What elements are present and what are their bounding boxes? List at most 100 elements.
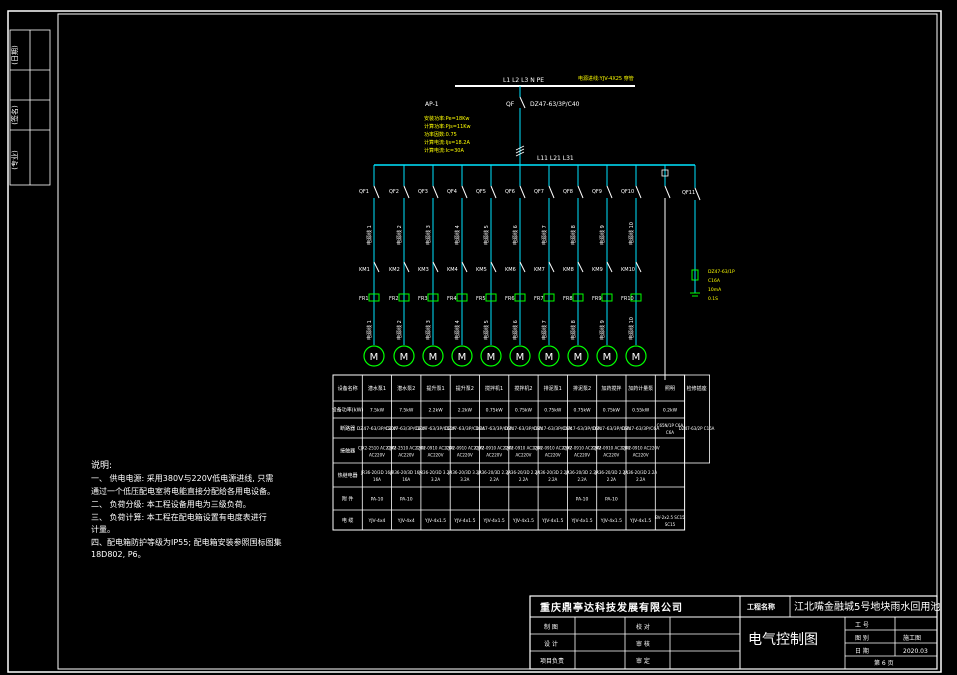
motor-letter: M <box>603 352 612 363</box>
table-cell: 7.5kW <box>399 408 414 414</box>
branch-10: QF10 电源线 10 KM10 FR10 电源线 10 M <box>621 165 647 367</box>
relay-label: FR4 <box>447 296 457 302</box>
table-cell: YJV-4x1.5 <box>570 518 592 524</box>
tb-mid-2: 审 定 <box>636 657 650 665</box>
branch-1: QF1 电源线 1 KM1 FR1 电源线 1 M <box>359 165 385 367</box>
contactor-switch <box>519 261 526 273</box>
cable-label: 电源线 5 <box>483 225 490 245</box>
notes-line-1: 通过一个低压配电室将电能直接分配给各用电设备。 <box>91 486 275 496</box>
relay-label: FR7 <box>534 296 544 302</box>
branch-2: QF2 电源线 2 KM2 FR2 电源线 2 M <box>389 165 415 367</box>
table-cell: AC220V <box>574 453 590 458</box>
contactor-label: KM4 <box>447 267 458 273</box>
breaker-label: QF1 <box>359 189 369 195</box>
project-name: 江北嘴金融城5号地块雨水回用池 <box>794 600 940 613</box>
motor-letter: M <box>516 352 525 363</box>
spare-note-1: C16A <box>708 278 721 284</box>
breaker-label: QF2 <box>389 189 399 195</box>
table-cell: CJX2-0910 AC220V <box>622 446 660 451</box>
table-cell: 0.75kW <box>603 408 621 414</box>
table-cell: JR36-20/3D 16A <box>360 470 393 475</box>
motor-cable-label: 电源线 2 <box>396 320 403 340</box>
table-cell: YJV-4x1.5 <box>541 518 563 524</box>
table-cell: AC220V <box>516 453 532 458</box>
branch-5: QF5 电源线 5 KM5 FR5 电源线 5 M <box>476 165 502 367</box>
incoming-cable: 电源进线:YJV-4X25 穿管 <box>578 75 634 82</box>
motor-letter: M <box>574 352 583 363</box>
contactor-switch <box>403 261 410 273</box>
breaker-label: QF3 <box>418 189 428 195</box>
motor-cable-label: 电源线 5 <box>483 320 490 340</box>
breaker-switch <box>606 185 613 199</box>
breaker-switch <box>373 185 380 199</box>
table-cell: 0.75kW <box>574 408 592 414</box>
motor-letter: M <box>458 352 467 363</box>
breaker-switch <box>664 185 671 199</box>
breaker-label: QF4 <box>447 189 457 195</box>
contactor-switch <box>490 261 497 273</box>
bus-phases: L1 L2 L3 N PE <box>503 77 544 84</box>
contactor-label: KM7 <box>534 267 545 273</box>
notes-line-0: 一、 供电电源: 采用380V与220V低电源进线, 只需 <box>91 473 273 483</box>
notes-line-4: 计量。 <box>91 524 115 534</box>
tb-left-1: 设 计 <box>544 640 558 648</box>
contactor-switch <box>548 261 555 273</box>
branch-8: QF8 电源线 8 KM8 FR8 电源线 8 M <box>563 165 589 367</box>
breaker-switch <box>490 185 497 199</box>
spare-note-0: DZ47-63/1P <box>708 269 735 275</box>
contactor-label: KM6 <box>505 267 516 273</box>
table-cell: AC220V <box>428 453 444 458</box>
breaker-label: QF5 <box>476 189 486 195</box>
table-cell: 2.2A <box>577 477 586 482</box>
table-cell: AC220V <box>633 453 649 458</box>
table-cell: BV-2x2.5 SC15 <box>655 515 685 520</box>
table-cell: 潜水泵2 <box>397 385 415 392</box>
motor-cable-label: 电源线 10 <box>628 317 635 340</box>
contactor-switch <box>635 261 642 273</box>
table-cell: JR36-20/3D 16A <box>389 470 422 475</box>
row-label: 接触器 <box>340 448 355 455</box>
relay-label: FR1 <box>359 296 369 302</box>
relay-label: FR6 <box>505 296 515 302</box>
table-cell: 0.75kW <box>486 408 504 414</box>
tb-left-0: 制 图 <box>544 623 558 631</box>
motor-cable-label: 电源线 8 <box>570 320 577 340</box>
notes-line-3: 三、 负荷计算: 本工程在配电箱设置有电度表进行 <box>91 512 267 522</box>
table-cell: PA-10 <box>400 497 413 503</box>
table-cell: JR36-20/3D 2.2A <box>506 470 540 475</box>
cable-label: 电源线 3 <box>425 225 432 245</box>
table-cell: AC220V <box>603 453 619 458</box>
table-cell: JR36-20/3D 2.2A <box>623 470 657 475</box>
notes-line-2: 二、 负荷分级: 本工程设备用电为三级负荷。 <box>91 499 251 509</box>
table-cell: 2.2A <box>490 477 499 482</box>
cable-label: 电源线 2 <box>396 225 403 245</box>
param-3: 计算电流:Ijs=18.2A <box>424 139 470 146</box>
motor-cable-label: 电源线 9 <box>599 320 606 340</box>
motor-letter: M <box>370 352 379 363</box>
relay-label: FR9 <box>592 296 602 302</box>
tb-mid-0: 校 对 <box>636 623 650 631</box>
drawing-name: 电气控制图 <box>748 632 818 648</box>
param-1: 计算功率:Pjs=11Kw <box>424 123 471 130</box>
table-cell: YJV-4x1.5 <box>424 518 446 524</box>
table-cell: YJV-4x1.5 <box>600 518 622 524</box>
contactor-label: KM8 <box>563 267 574 273</box>
table-cell: AC220V <box>398 453 414 458</box>
tb-mid-1: 审 核 <box>636 640 650 648</box>
breaker-switch <box>461 185 468 199</box>
breaker-switch <box>403 185 410 199</box>
design-notes: 说明: 一、 供电电源: 采用380V与220V低电源进线, 只需 通过一个低压… <box>91 459 282 559</box>
table-cell: 排泥泵2 <box>573 385 591 392</box>
tb-right-2-label: 日 期 <box>855 647 869 655</box>
contactor-label: KM2 <box>389 267 400 273</box>
table-cell: JR36-20/3D 2.2A <box>535 470 569 475</box>
cable-label: 电源线 4 <box>454 225 461 245</box>
relay-label: FR10 <box>621 296 634 302</box>
drawing-inner-frame <box>57 13 938 670</box>
notes-line-6: 18D802, P6。 <box>91 550 146 559</box>
spare-breaker-id: QF11 <box>682 190 695 196</box>
relay-label: FR2 <box>389 296 399 302</box>
motor-cable-label: 电源线 3 <box>425 320 432 340</box>
table-cell: 潜水泵1 <box>368 385 386 392</box>
main-breaker: DZ47-63/3P/C40 <box>530 101 580 108</box>
